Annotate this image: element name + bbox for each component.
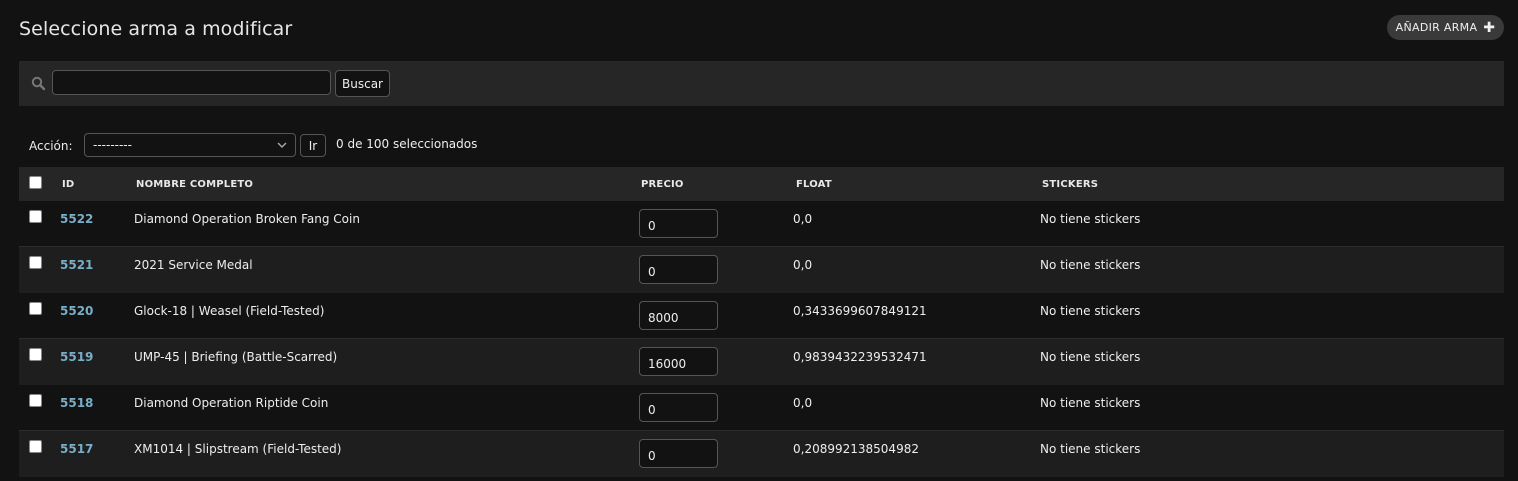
- row-checkbox[interactable]: [29, 440, 42, 453]
- row-stickers: No tiene stickers: [1040, 258, 1141, 272]
- row-name: Diamond Operation Broken Fang Coin: [134, 212, 360, 226]
- table-row: 5519 UMP-45 | Briefing (Battle-Scarred) …: [19, 339, 1504, 385]
- row-id-link[interactable]: 5517: [60, 442, 93, 456]
- add-weapon-button[interactable]: AÑADIR ARMA ✚: [1387, 15, 1504, 40]
- row-float: 0,0: [793, 212, 813, 226]
- row-checkbox[interactable]: [29, 394, 42, 407]
- row-float: 0,0: [793, 396, 813, 410]
- admin-changelist-page: Seleccione arma a modificar AÑADIR ARMA …: [0, 0, 1518, 481]
- row-checkbox[interactable]: [29, 302, 42, 315]
- row-id-link[interactable]: 5518: [60, 396, 93, 410]
- page-title: Seleccione arma a modificar: [19, 18, 293, 40]
- column-header-name[interactable]: NOMBRE COMPLETO: [136, 179, 253, 190]
- row-float: 0,0: [793, 258, 813, 272]
- row-id-link[interactable]: 5519: [60, 350, 93, 364]
- row-checkbox[interactable]: [29, 210, 42, 223]
- price-input[interactable]: [639, 209, 718, 238]
- row-name: Glock-18 | Weasel (Field-Tested): [134, 304, 325, 318]
- row-name: 2021 Service Medal: [134, 258, 253, 272]
- table-row: 5518 Diamond Operation Riptide Coin 0,0 …: [19, 385, 1504, 431]
- price-input[interactable]: [639, 393, 718, 422]
- row-float: 0,3433699607849121: [793, 304, 927, 318]
- selection-counter: 0 de 100 seleccionados: [336, 137, 478, 151]
- row-stickers: No tiene stickers: [1040, 350, 1141, 364]
- results-table: ID NOMBRE COMPLETO PRECIO FLOAT STICKERS…: [19, 167, 1504, 477]
- column-header-float[interactable]: FLOAT: [796, 179, 832, 190]
- action-select-value: ---------: [93, 138, 132, 152]
- row-checkbox[interactable]: [29, 256, 42, 269]
- table-header: ID NOMBRE COMPLETO PRECIO FLOAT STICKERS: [19, 167, 1504, 201]
- column-header-price[interactable]: PRECIO: [641, 179, 684, 190]
- search-icon: [31, 76, 46, 91]
- select-all-checkbox[interactable]: [29, 176, 42, 189]
- table-row: 5517 XM1014 | Slipstream (Field-Tested) …: [19, 431, 1504, 477]
- row-stickers: No tiene stickers: [1040, 212, 1141, 226]
- price-input[interactable]: [639, 347, 718, 376]
- row-name: XM1014 | Slipstream (Field-Tested): [134, 442, 342, 456]
- add-weapon-label: AÑADIR ARMA: [1395, 21, 1478, 34]
- table-row: 5521 2021 Service Medal 0,0 No tiene sti…: [19, 247, 1504, 293]
- row-float: 0,208992138504982: [793, 442, 919, 456]
- go-button[interactable]: Ir: [300, 134, 326, 157]
- row-name: UMP-45 | Briefing (Battle-Scarred): [134, 350, 338, 364]
- column-header-id[interactable]: ID: [62, 179, 74, 190]
- action-select[interactable]: ---------: [84, 133, 296, 157]
- row-stickers: No tiene stickers: [1040, 304, 1141, 318]
- row-stickers: No tiene stickers: [1040, 442, 1141, 456]
- row-id-link[interactable]: 5520: [60, 304, 93, 318]
- chevron-down-icon: [277, 142, 287, 148]
- plus-icon: ✚: [1483, 19, 1496, 36]
- search-button[interactable]: Buscar: [335, 70, 390, 97]
- table-row: 5520 Glock-18 | Weasel (Field-Tested) 0,…: [19, 293, 1504, 339]
- search-toolbar: Buscar: [19, 61, 1504, 106]
- row-checkbox[interactable]: [29, 348, 42, 361]
- search-input[interactable]: [52, 70, 331, 95]
- price-input[interactable]: [639, 439, 718, 468]
- price-input[interactable]: [639, 255, 718, 284]
- action-label: Acción:: [29, 139, 73, 153]
- row-name: Diamond Operation Riptide Coin: [134, 396, 329, 410]
- row-id-link[interactable]: 5522: [60, 212, 93, 226]
- row-float: 0,9839432239532471: [793, 350, 927, 364]
- row-stickers: No tiene stickers: [1040, 396, 1141, 410]
- table-row: 5522 Diamond Operation Broken Fang Coin …: [19, 201, 1504, 247]
- row-id-link[interactable]: 5521: [60, 258, 93, 272]
- price-input[interactable]: [639, 301, 718, 330]
- column-header-stickers[interactable]: STICKERS: [1042, 179, 1098, 190]
